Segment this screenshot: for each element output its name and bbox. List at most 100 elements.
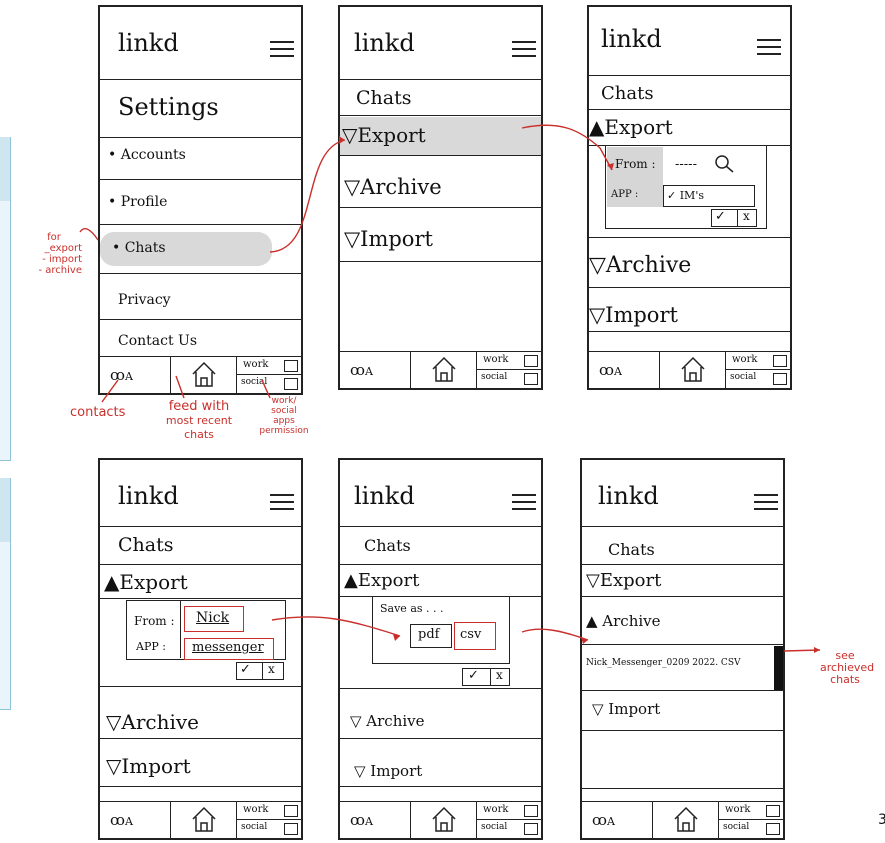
app-label: APP : [136,640,166,653]
screen-save-as: linkd Chats ▲Export Save as . . . pdf cs… [338,458,543,840]
work-social-toggles: work social [476,352,541,388]
bottom-nav: ꝏA work social [589,351,790,388]
page-number: 3 [878,812,885,828]
settings-item-profile[interactable]: • Profile [108,194,167,210]
export-section[interactable]: ▲Export [104,570,188,594]
work-checkbox[interactable] [524,805,538,817]
hamburger-menu-icon[interactable] [512,494,536,510]
app-logo: linkd [354,482,415,510]
app-logo: linkd [354,29,415,57]
home-button[interactable] [659,352,726,388]
archive-section[interactable]: ▲ Archive [586,612,661,630]
work-checkbox[interactable] [773,355,787,367]
social-label: social [241,822,268,832]
cancel-x-icon[interactable]: x [268,662,275,676]
work-checkbox[interactable] [524,355,538,367]
import-section[interactable]: ▽ Import [592,700,660,718]
chats-title: Chats [356,87,412,109]
social-label: social [481,822,508,832]
hamburger-menu-icon[interactable] [270,41,294,57]
archive-section[interactable]: ▽Archive [106,710,199,734]
export-section[interactable]: ▽Export [342,123,426,147]
side-panel-top-band [0,137,10,201]
hamburger-menu-icon[interactable] [754,494,778,510]
settings-item-privacy[interactable]: Privacy [118,292,171,308]
hamburger-menu-icon[interactable] [270,494,294,510]
settings-item-contact-us[interactable]: Contact Us [118,333,197,349]
from-value: Nick [196,610,230,626]
screen-settings: linkd Settings • Accounts • Profile • Ch… [98,5,303,395]
from-label: From : [615,157,656,171]
export-section[interactable]: ▽Export [586,570,661,591]
work-checkbox[interactable] [284,360,298,372]
import-section[interactable]: ▽ Import [354,762,422,780]
work-label: work [483,354,509,365]
import-section[interactable]: ▽Import [344,227,433,251]
app-logo: linkd [601,25,662,53]
home-button[interactable] [652,802,719,838]
chats-title: Chats [608,540,655,559]
work-social-toggles: work social [725,352,790,388]
archived-file[interactable]: Nick_Messenger_0209 2022. CSV [586,658,740,668]
cancel-x-icon[interactable]: x [496,668,503,682]
settings-item-chats[interactable]: • Chats [112,240,166,256]
scrollbar[interactable] [774,646,783,690]
home-icon [432,356,456,382]
home-button[interactable] [170,357,237,393]
work-checkbox[interactable] [766,805,780,817]
archive-section[interactable]: ▽ Archive [350,712,425,730]
work-label: work [243,359,269,370]
home-button[interactable] [170,802,237,838]
work-social-toggles: work social [236,802,301,838]
social-checkbox[interactable] [524,823,538,835]
archived-annotation: see archieved chats [820,649,875,686]
work-checkbox[interactable] [284,805,298,817]
home-icon [681,356,705,382]
work-social-annotation: work/ social apps permission [259,396,309,436]
cancel-x-icon[interactable]: x [743,209,750,223]
bottom-nav: ꝏA work social [100,356,301,393]
chats-title: Chats [118,534,174,556]
social-checkbox[interactable] [284,823,298,835]
social-label: social [730,372,757,382]
bottom-nav: ꝏA work social [340,801,541,838]
social-checkbox[interactable] [524,373,538,385]
confirm-check-icon[interactable]: ✓ [468,668,479,683]
screen-chats: linkd Chats ▽Export ▽Archive ▽Import ꝏA … [338,5,543,390]
home-button[interactable] [410,352,477,388]
social-label: social [723,822,750,832]
import-section[interactable]: ▽Import [589,303,678,327]
work-social-toggles: work social [236,357,301,393]
confirm-check-icon[interactable]: ✓ [240,662,251,677]
file-to-note-arrow [783,649,821,652]
home-icon [432,806,456,832]
app-logo: linkd [118,29,179,57]
people-icon[interactable]: ꝏA [110,366,133,384]
hamburger-menu-icon[interactable] [512,41,536,57]
bottom-nav: ꝏA work social [100,801,301,838]
export-section[interactable]: ▲Export [344,570,419,591]
people-icon[interactable]: ꝏA [350,811,373,829]
chats-title: Chats [364,536,411,555]
side-panel-bottom-band [0,478,10,542]
people-icon[interactable]: ꝏA [350,361,373,379]
app-value: messenger [192,640,264,655]
export-section[interactable]: ▲Export [589,115,673,139]
bottom-nav: ꝏA work social [340,351,541,388]
from-input[interactable]: ----- [675,157,697,172]
people-icon[interactable]: ꝏA [592,811,615,829]
home-button[interactable] [410,802,477,838]
archive-section[interactable]: ▽Archive [589,253,691,278]
home-icon [192,806,216,832]
work-label: work [725,804,751,815]
hamburger-menu-icon[interactable] [757,39,781,55]
archive-section[interactable]: ▽Archive [344,175,442,199]
settings-item-accounts[interactable]: • Accounts [108,147,186,163]
people-icon[interactable]: ꝏA [599,361,622,379]
social-checkbox[interactable] [284,378,298,390]
import-section[interactable]: ▽Import [106,754,191,778]
social-checkbox[interactable] [773,373,787,385]
confirm-check-icon[interactable]: ✓ [715,209,726,224]
people-icon[interactable]: ꝏA [110,811,133,829]
social-checkbox[interactable] [766,823,780,835]
